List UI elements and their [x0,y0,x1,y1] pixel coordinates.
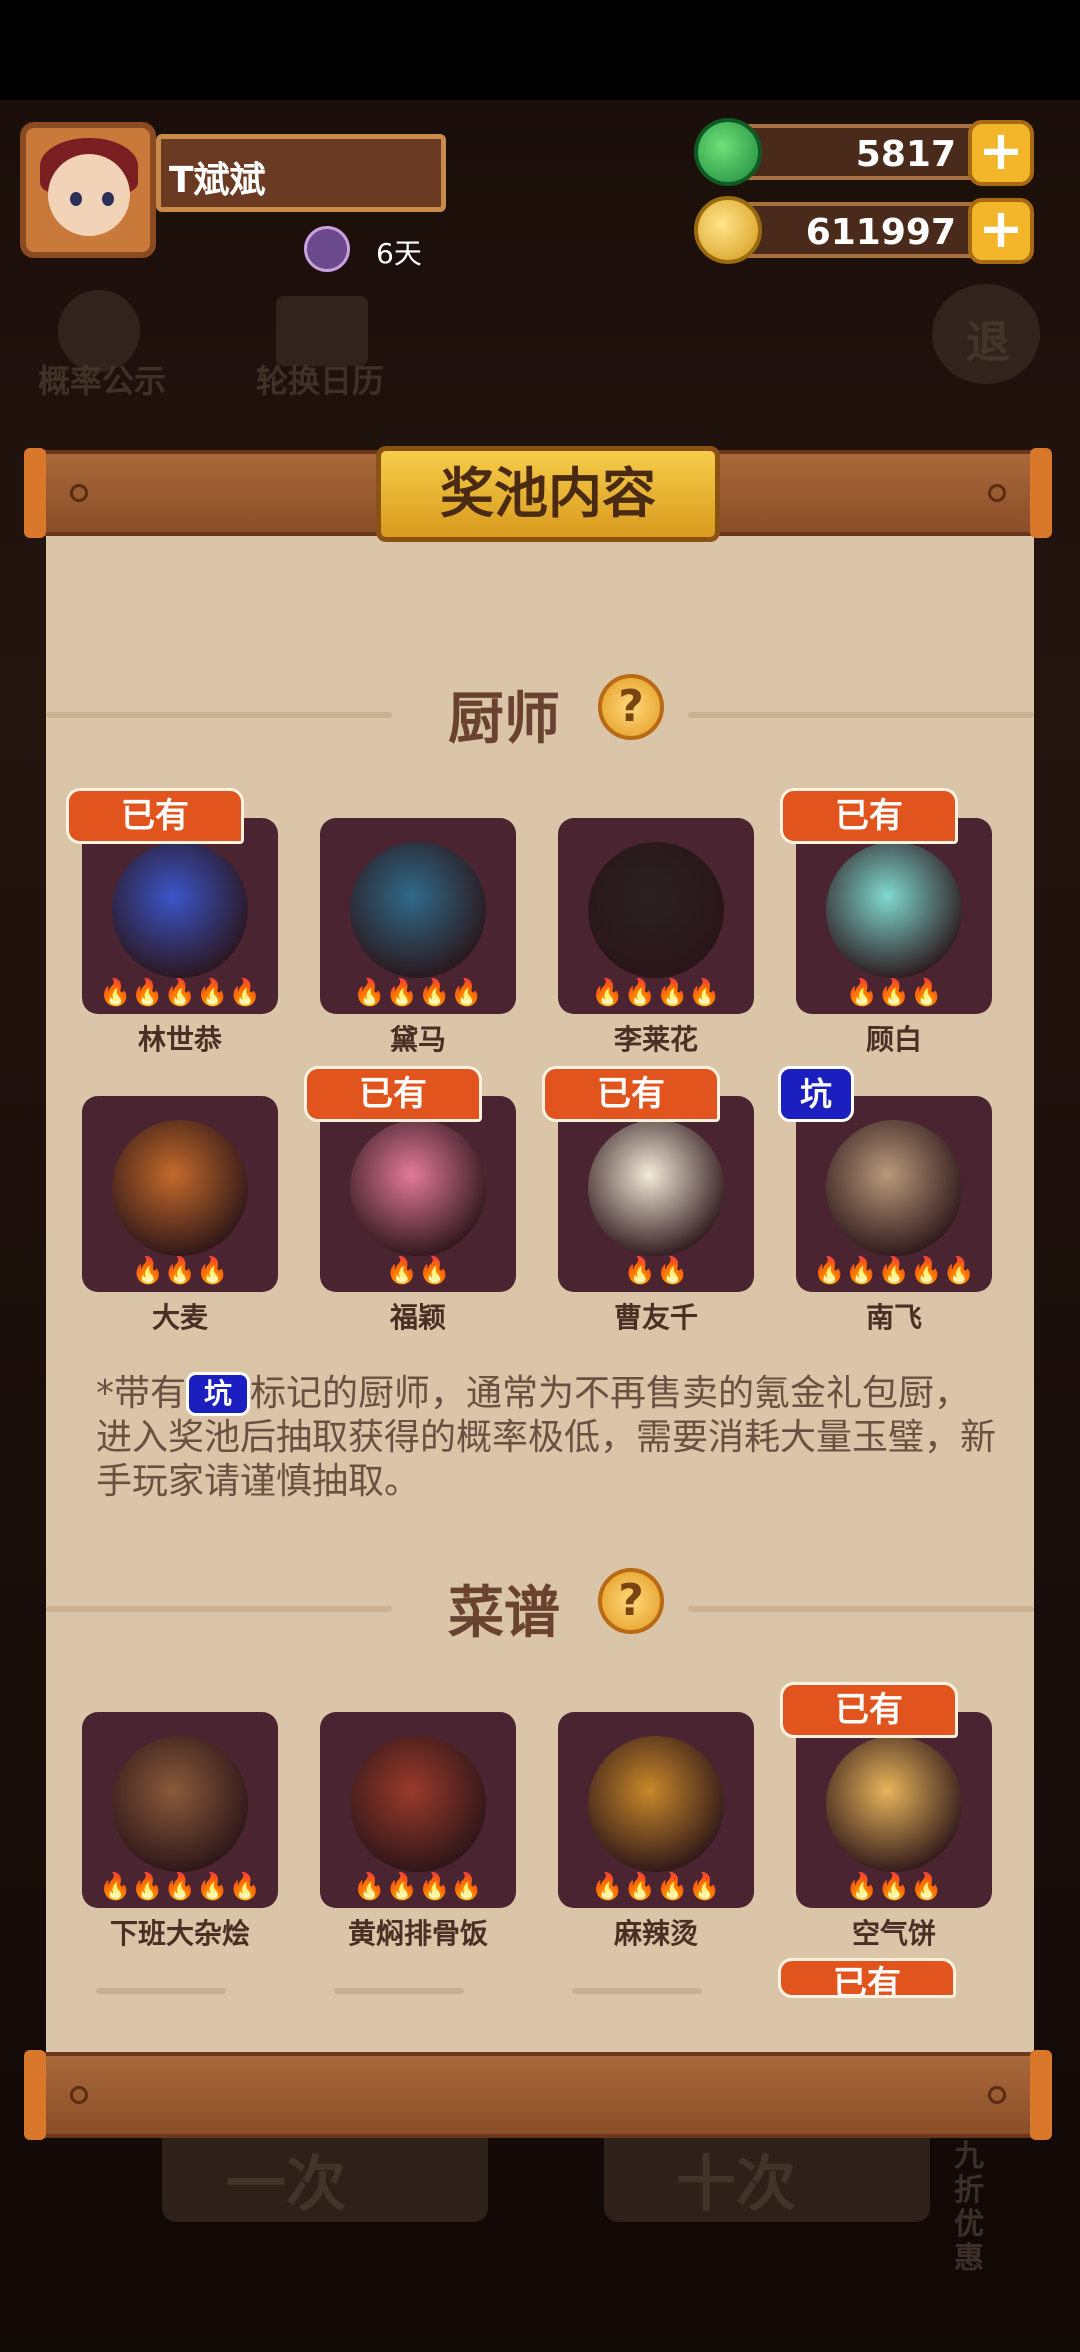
recipe-name: 下班大杂烩 [109,1917,250,1950]
recipe-portrait [112,1736,248,1872]
pit-note: *带有坑标记的厨师，通常为不再售卖的氪金礼包厨，进入奖池后抽取获得的概率极低，需… [96,1372,996,1504]
plank-cap [1030,448,1052,538]
recipe-name: 麻辣烫 [613,1917,698,1950]
owned-badge: 已有 [66,788,244,844]
panel-bottom-plank [24,2050,1052,2140]
recipe-name: 黄焖排骨饭 [347,1917,488,1950]
recipe-card[interactable]: 🔥🔥🔥🔥🔥 [82,1712,278,1908]
chef-help-button[interactable]: ? [598,674,664,740]
owned-badge: 已有 [542,1066,720,1122]
avatar-eye [102,192,114,206]
owned-badge: 已有 [780,1682,958,1738]
panel-title: 奖池内容 [440,462,656,525]
chef-name: 李莱花 [613,1023,698,1056]
plank-rivet [70,2086,88,2104]
flame-rating: 🔥🔥🔥🔥 [353,978,483,1008]
jade-currency-bar: 5817 + [720,120,1034,186]
coin-amount: 611997 [805,212,956,253]
panel-title-tab: 奖池内容 [376,446,720,542]
recipe-portrait [588,1736,724,1872]
chef-portrait [350,1120,486,1256]
chef-portrait [826,1120,962,1256]
flame-rating: 🔥🔥 [623,1256,689,1286]
chef-portrait [112,842,248,978]
section-divider [688,712,1034,718]
pit-note-prefix: *带有 [96,1373,187,1414]
avatar-face [48,154,130,236]
flame-rating: 🔥🔥🔥🔥 [591,978,721,1008]
flame-rating: 🔥🔥🔥🔥 [353,1872,483,1902]
chef-card[interactable]: 🔥🔥 [320,1096,516,1292]
recipe-card[interactable]: 🔥🔥🔥🔥 [320,1712,516,1908]
recipe-card[interactable]: 🔥🔥🔥 [796,1712,992,1908]
chef-card[interactable]: 🔥🔥🔥 [82,1096,278,1292]
owned-badge: 已有 [780,788,958,844]
flame-rating: 🔥🔥🔥🔥 [591,1872,721,1902]
chef-card[interactable]: 🔥🔥🔥🔥🔥 [796,1096,992,1292]
chef-card[interactable]: 🔥🔥🔥 [796,818,992,1014]
days-count: 6天 [376,237,422,270]
chef-name: 曹友千 [613,1301,698,1334]
jade-amount: 5817 [855,134,956,175]
flame-rating: 🔥🔥🔥🔥🔥 [99,978,261,1008]
add-jade-button[interactable]: + [968,120,1034,186]
plank-rivet [988,2086,1006,2104]
chef-name: 黛马 [389,1023,446,1056]
chef-name: 南飞 [865,1301,922,1334]
flame-rating: 🔥🔥🔥 [845,978,943,1008]
section-divider [688,1606,1034,1612]
player-avatar[interactable] [20,122,156,258]
recipe-portrait [826,1736,962,1872]
pit-inline-badge: 坑 [186,1372,251,1416]
chef-card[interactable]: 🔥🔥 [558,1096,754,1292]
next-row-card-edge [334,1988,464,1994]
plank-cap [24,2050,46,2140]
plank-rivet [988,484,1006,502]
owned-badge-partial: 已有 [778,1958,956,1998]
player-name: T斌斌 [169,160,266,201]
recipe-section-title: 菜谱 [448,1581,560,1646]
pit-badge: 坑 [778,1066,854,1122]
chef-portrait [588,842,724,978]
add-coins-button[interactable]: + [968,198,1034,264]
chef-portrait [350,842,486,978]
recipe-help-button[interactable]: ? [598,1568,664,1634]
coin-currency-bar: 611997 + [720,198,1034,264]
plank-rivet [70,484,88,502]
chef-card[interactable]: 🔥🔥🔥🔥🔥 [82,818,278,1014]
jade-icon [694,118,762,186]
chef-card[interactable]: 🔥🔥🔥🔥 [558,818,754,1014]
flame-rating: 🔥🔥🔥 [131,1256,229,1286]
coin-icon [694,196,762,264]
status-bar [0,0,1080,100]
chef-portrait [112,1120,248,1256]
chef-portrait [588,1120,724,1256]
recipe-name: 空气饼 [851,1917,936,1950]
next-row-card-edge [572,1988,702,1994]
chef-name: 顾白 [865,1023,922,1056]
chef-name: 林世恭 [137,1023,222,1056]
flame-rating: 🔥🔥 [385,1256,451,1286]
chef-card[interactable]: 🔥🔥🔥🔥 [320,818,516,1014]
prize-pool-panel[interactable]: 厨师 ? 🔥🔥🔥🔥🔥 林世恭 已有 🔥🔥🔥🔥 黛马 🔥🔥🔥🔥 李莱花 🔥🔥🔥 顾白 已有 🔥🔥🔥 大麦… [46,532,1034,2052]
owned-badge: 已有 [304,1066,482,1122]
flame-rating: 🔥🔥🔥 [845,1872,943,1902]
plank-cap [24,448,46,538]
chef-portrait [826,842,962,978]
chef-name: 福颖 [389,1301,446,1334]
vip-badge-icon [304,226,350,272]
recipe-card[interactable]: 🔥🔥🔥🔥 [558,1712,754,1908]
recipe-portrait [350,1736,486,1872]
section-divider [46,1606,392,1612]
next-row-card-edge [96,1988,226,1994]
chef-name: 大麦 [151,1301,208,1334]
avatar-eye [70,192,82,206]
player-name-bar: T斌斌 [156,134,446,212]
flame-rating: 🔥🔥🔥🔥🔥 [99,1872,261,1902]
section-divider [46,712,392,718]
chef-section-title: 厨师 [448,687,560,752]
flame-rating: 🔥🔥🔥🔥🔥 [813,1256,975,1286]
plank-cap [1030,2050,1052,2140]
